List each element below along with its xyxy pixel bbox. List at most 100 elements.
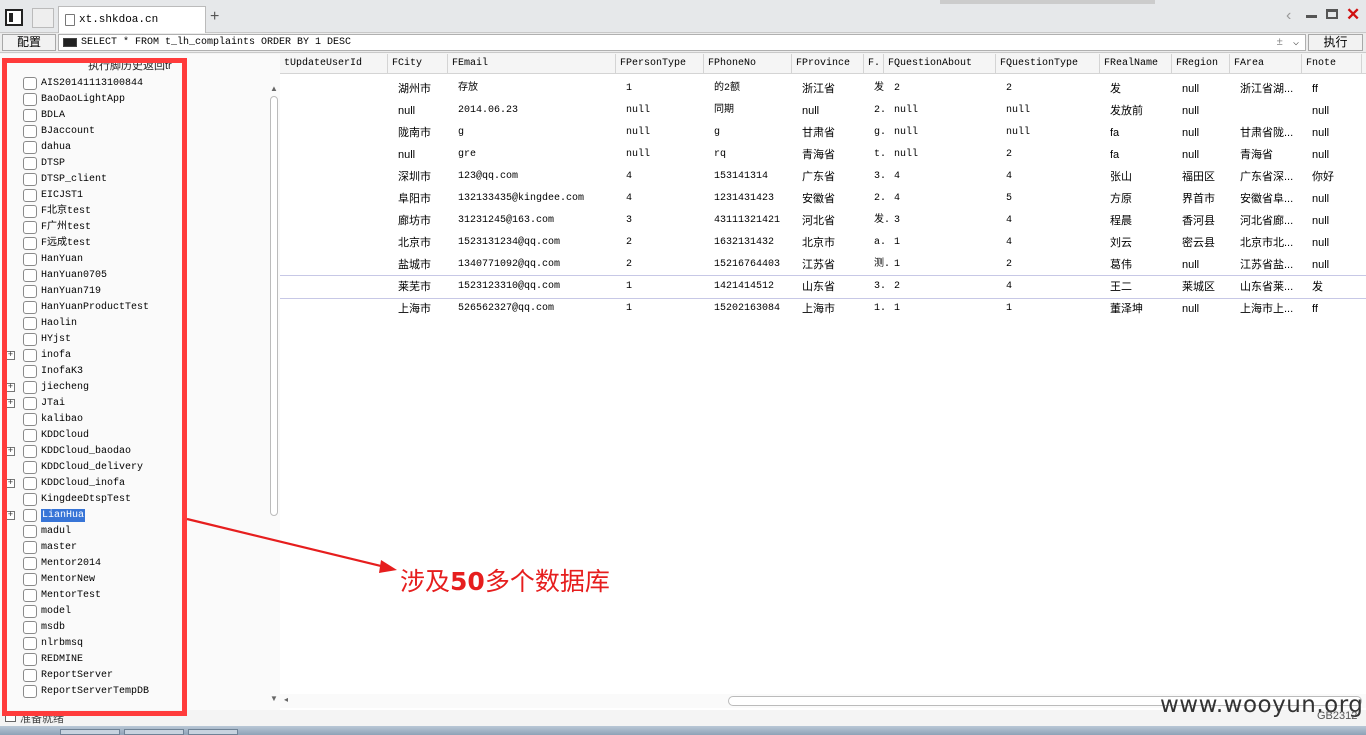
table-cell[interactable]: 1231431423 [710,188,796,210]
table-cell[interactable]: 青海省 [1236,144,1306,166]
column-header[interactable]: FRealName [1100,54,1172,74]
column-header[interactable]: F. [864,54,884,74]
column-header[interactable]: FArea [1230,54,1302,74]
table-cell[interactable]: 山东省莱... [1236,276,1306,298]
table-cell[interactable]: 2 [1002,254,1104,276]
table-cell[interactable]: 方原 [1106,188,1176,210]
table-cell[interactable]: 发 [1308,276,1366,298]
table-row[interactable]: 阜阳市 132133435@kingdee.com 4 1231431423 安徽省 2.… [280,188,1366,210]
table-cell[interactable]: null [1178,122,1234,144]
table-cell[interactable]: 存放 [454,78,620,100]
column-header[interactable]: FQuestionType [996,54,1100,74]
table-row[interactable]: 盐城市1340771092@qq.com215216764403江苏省测...1… [280,254,1366,276]
table-cell[interactable]: 1421414512 [710,276,796,298]
table-cell[interactable]: null [1178,100,1234,122]
table-cell[interactable]: 2 [622,232,708,254]
table-cell[interactable]: g... [870,122,888,144]
table-cell[interactable]: 发 [870,78,888,100]
table-cell[interactable]: 浙江省湖... [1236,78,1306,100]
table-cell[interactable]: 2... [870,188,888,210]
table-cell[interactable]: 张山 [1106,166,1176,188]
table-cell[interactable]: null [394,100,452,122]
table-cell[interactable]: null [890,100,1000,122]
column-header[interactable]: tUpdateUserId [280,54,388,74]
table-cell[interactable]: 4 [622,188,708,210]
table-cell[interactable]: 王二 [1106,276,1176,298]
table-cell[interactable]: 15202163084 [710,298,796,320]
column-header[interactable]: FProvince [792,54,864,74]
sidebar-toggle-icon[interactable] [5,9,23,26]
table-cell[interactable] [286,100,392,122]
table-cell[interactable]: 1 [622,276,708,298]
blank-tab-button[interactable] [32,8,54,28]
table-cell[interactable]: null [622,100,708,122]
column-header[interactable]: Fnote [1302,54,1362,74]
table-cell[interactable]: 广东省 [798,166,868,188]
table-cell[interactable]: 广东省深... [1236,166,1306,188]
table-cell[interactable]: 2 [622,254,708,276]
execute-button[interactable]: 执行 [1308,34,1363,51]
table-cell[interactable]: 董泽坤 [1106,298,1176,320]
table-cell[interactable]: ff [1308,78,1366,100]
table-cell[interactable] [286,122,392,144]
table-cell[interactable]: 2014.06.23 [454,100,620,122]
table-cell[interactable]: 上海市 [798,298,868,320]
table-cell[interactable] [286,188,392,210]
table-row[interactable]: null2014.06.23null同期null2...nullnull发放前n… [280,100,1366,122]
table-cell[interactable]: null [1308,254,1366,276]
table-cell[interactable]: 1 [890,298,1000,320]
table-cell[interactable]: 1 [890,254,1000,276]
chevron-down-icon[interactable]: ⌵ [1293,36,1299,51]
table-cell[interactable]: 北京市 [798,232,868,254]
table-cell[interactable]: 葛伟 [1106,254,1176,276]
minimize-icon[interactable] [1306,15,1317,18]
table-cell[interactable]: 盐城市 [394,254,452,276]
table-cell[interactable]: 5 [1002,188,1104,210]
table-cell[interactable]: 1632131432 [710,232,796,254]
table-cell[interactable] [286,166,392,188]
table-cell[interactable]: null [1308,210,1366,232]
table-cell[interactable]: g [710,122,796,144]
table-cell[interactable]: fa [1106,144,1176,166]
table-cell[interactable]: null [1002,100,1104,122]
table-cell[interactable]: 4 [1002,166,1104,188]
table-cell[interactable]: null [622,144,708,166]
plus-minus-icon[interactable]: ± [1276,36,1283,51]
table-cell[interactable]: 测... [870,254,888,276]
table-cell[interactable]: 香河县 [1178,210,1234,232]
table-cell[interactable]: null [1308,100,1366,122]
table-cell[interactable] [286,298,392,320]
table-cell[interactable]: 湖州市 [394,78,452,100]
table-cell[interactable]: t... [870,144,888,166]
table-cell[interactable]: 阜阳市 [394,188,452,210]
table-cell[interactable]: 15216764403 [710,254,796,276]
table-cell[interactable]: 1... [870,298,888,320]
table-cell[interactable]: 31231245@163.com [454,210,620,232]
table-cell[interactable]: 刘云 [1106,232,1176,254]
maximize-icon[interactable] [1326,9,1338,19]
table-cell[interactable]: 江苏省盐... [1236,254,1306,276]
taskbar-button[interactable] [124,729,184,735]
column-header[interactable]: FPersonType [616,54,704,74]
table-cell[interactable]: null [1308,122,1366,144]
table-cell[interactable]: null [890,122,1000,144]
results-grid[interactable]: tUpdateUserId FCity FEmail FPersonType FPhon… [280,54,1366,710]
table-cell[interactable]: 1 [890,232,1000,254]
table-cell[interactable]: 密云县 [1178,232,1234,254]
column-header[interactable]: FCity [388,54,448,74]
table-cell[interactable]: 4 [1002,210,1104,232]
table-cell[interactable]: null [890,144,1000,166]
tab-active[interactable]: xt.shkdoa.cn [58,6,206,33]
table-cell[interactable]: 1 [622,78,708,100]
table-cell[interactable]: 2 [1002,78,1104,100]
table-cell[interactable]: 123@qq.com [454,166,620,188]
table-cell[interactable]: 4 [890,166,1000,188]
table-cell[interactable]: 青海省 [798,144,868,166]
scroll-thumb[interactable] [270,96,278,516]
vertical-scrollbar[interactable]: ▲ ▼ [268,84,280,704]
table-cell[interactable]: null [798,100,868,122]
close-icon[interactable]: ✕ [1346,5,1360,25]
table-cell[interactable] [286,210,392,232]
add-tab-button[interactable]: + [210,8,219,26]
table-cell[interactable]: gre [454,144,620,166]
